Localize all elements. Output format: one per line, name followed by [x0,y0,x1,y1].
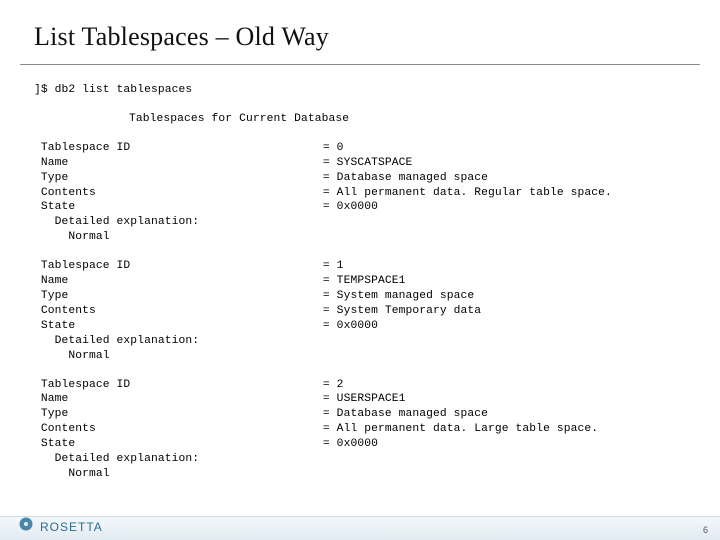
logo-text: ROSETTA [40,520,103,534]
slide-footer: ROSETTA 6 [0,516,720,540]
command-line: ]$ db2 list tablespaces [34,83,686,98]
tablespace-block: Tablespace ID = 2 Name = USERSPACE1 Type… [34,378,686,482]
logo-icon [18,516,34,537]
footer-logo: ROSETTA [18,516,103,537]
content-area: ]$ db2 list tablespaces Tablespaces for … [0,65,720,482]
page-title: List Tablespaces – Old Way [0,0,720,60]
page-number: 6 [703,525,708,535]
tablespace-block: Tablespace ID = 1 Name = TEMPSPACE1 Type… [34,259,686,363]
section-title: Tablespaces for Current Database [129,112,686,127]
slide: List Tablespaces – Old Way ]$ db2 list t… [0,0,720,540]
tablespace-block: Tablespace ID = 0 Name = SYSCATSPACE Typ… [34,141,686,245]
